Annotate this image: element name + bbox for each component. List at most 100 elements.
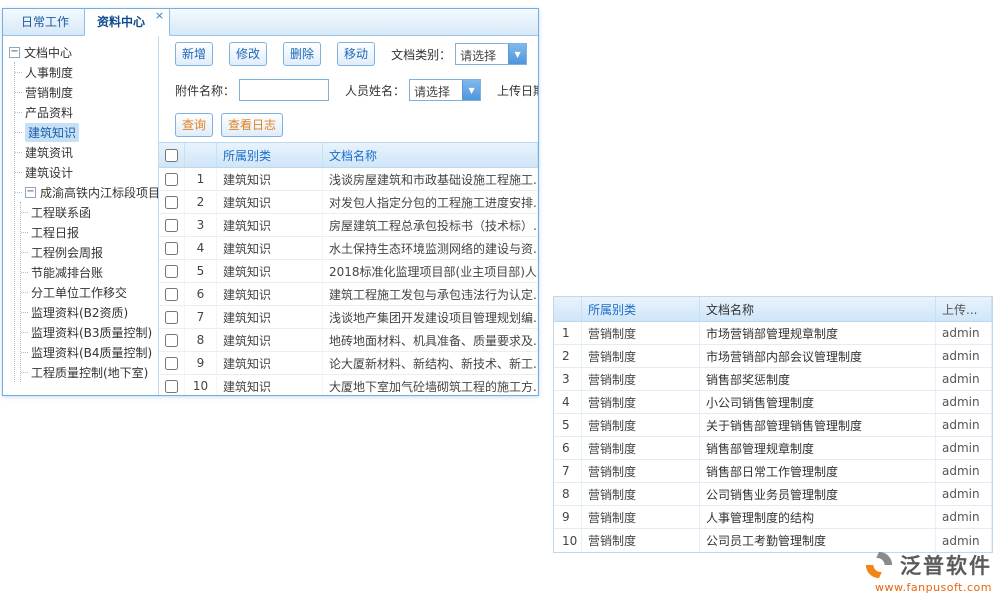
tree-item-root[interactable]: − 文档中心 <box>9 42 156 62</box>
tree-item[interactable]: 节能减排台账 <box>21 262 156 282</box>
tree-item-label: 人事制度 <box>25 64 73 81</box>
row-category: 营销制度 <box>582 506 700 528</box>
tree-item[interactable]: 建筑设计 <box>15 162 156 182</box>
tree-item-project[interactable]: − 成渝高铁内江标段项目 <box>15 182 156 202</box>
delete-button[interactable]: 删除 <box>283 42 321 66</box>
row-number: 9 <box>554 506 582 528</box>
table-row[interactable]: 6 营销制度 销售部管理规章制度 admin <box>554 437 992 460</box>
row-number: 7 <box>185 306 217 328</box>
table-row[interactable]: 8 营销制度 公司销售业务员管理制度 admin <box>554 483 992 506</box>
tree-item[interactable]: 工程质量控制(地下室) <box>21 362 156 382</box>
column-header-number <box>554 297 582 321</box>
tree-item[interactable]: 工程日报 <box>21 222 156 242</box>
tree-item[interactable]: 营销制度 <box>15 82 156 102</box>
tree-item[interactable]: 建筑资讯 <box>15 142 156 162</box>
row-category: 建筑知识 <box>217 191 323 213</box>
tree-item[interactable]: 工程例会周报 <box>21 242 156 262</box>
table-row[interactable]: 1 建筑知识 浅谈房屋建筑和市政基础设施工程施工... <box>159 168 538 191</box>
row-number: 5 <box>554 414 582 436</box>
table-row[interactable]: 5 建筑知识 2018标准化监理项目部(业主项目部)人员... <box>159 260 538 283</box>
tree-item-label: 建筑设计 <box>25 164 73 181</box>
attachment-name-input[interactable] <box>239 79 329 101</box>
table-row[interactable]: 7 建筑知识 浅谈地产集团开发建设项目管理规划编... <box>159 306 538 329</box>
row-doc-name: 市场营销部内部会议管理制度 <box>700 345 936 367</box>
row-checkbox[interactable] <box>165 219 178 232</box>
row-uploader: admin <box>936 322 992 344</box>
table-row[interactable]: 4 建筑知识 水土保持生态环境监测网络的建设与资... <box>159 237 538 260</box>
column-header-doc-name[interactable]: 文档名称 <box>323 143 538 167</box>
tree-item[interactable]: 监理资料(B3质量控制) <box>21 322 156 342</box>
filter-row: 附件名称： 人员姓名： 请选择 ▼ 上传日期： <box>175 78 538 102</box>
row-category: 建筑知识 <box>217 168 323 190</box>
table-row[interactable]: 9 营销制度 人事管理制度的结构 admin <box>554 506 992 529</box>
row-doc-name: 销售部管理规章制度 <box>700 437 936 459</box>
table-row[interactable]: 9 建筑知识 论大厦新材料、新结构、新技术、新工... <box>159 352 538 375</box>
tree-item[interactable]: 监理资料(B4质量控制) <box>21 342 156 362</box>
column-header-category[interactable]: 所属别类 <box>217 143 323 167</box>
row-checkbox[interactable] <box>165 265 178 278</box>
view-log-button[interactable]: 查看日志 <box>221 113 283 137</box>
tree-item-label: 工程联系函 <box>31 204 91 221</box>
collapse-icon[interactable]: − <box>25 187 36 198</box>
row-checkbox[interactable] <box>165 242 178 255</box>
row-doc-name: 建筑工程施工发包与承包违法行为认定... <box>323 283 538 305</box>
row-checkbox[interactable] <box>165 288 178 301</box>
table-row[interactable]: 3 建筑知识 房屋建筑工程总承包投标书（技术标）... <box>159 214 538 237</box>
table-row[interactable]: 10 建筑知识 大厦地下室加气砼墙砌筑工程的施工方... <box>159 375 538 395</box>
row-category: 建筑知识 <box>217 352 323 374</box>
table-row[interactable]: 4 营销制度 小公司销售管理制度 admin <box>554 391 992 414</box>
column-header-category[interactable]: 所属别类 <box>582 297 700 321</box>
tab-data-center[interactable]: 资料中心 × <box>84 8 170 36</box>
table-row[interactable]: 7 营销制度 销售部日常工作管理制度 admin <box>554 460 992 483</box>
tree-item-selected[interactable]: 建筑知识 <box>15 122 156 142</box>
tree-item[interactable]: 工程联系函 <box>21 202 156 222</box>
row-number: 1 <box>185 168 217 190</box>
query-button[interactable]: 查询 <box>175 113 213 137</box>
table-row[interactable]: 5 营销制度 关于销售部管理销售管理制度 admin <box>554 414 992 437</box>
tree-item-label: 监理资料(B3质量控制) <box>31 324 152 341</box>
tree-item[interactable]: 产品资料 <box>15 102 156 122</box>
tab-bar: 日常工作 资料中心 × <box>3 9 538 36</box>
table-row[interactable]: 3 营销制度 销售部奖惩制度 admin <box>554 368 992 391</box>
column-header-uploader[interactable]: 上传... <box>936 297 992 321</box>
row-checkbox[interactable] <box>165 357 178 370</box>
row-checkbox[interactable] <box>165 311 178 324</box>
table-row[interactable]: 1 营销制度 市场营销部管理规章制度 admin <box>554 322 992 345</box>
collapse-icon[interactable]: − <box>9 47 20 58</box>
move-button[interactable]: 移动 <box>337 42 375 66</box>
add-button[interactable]: 新增 <box>175 42 213 66</box>
row-checkbox[interactable] <box>165 380 178 393</box>
tree-item-label: 工程日报 <box>31 224 79 241</box>
tree-item[interactable]: 监理资料(B2资质) <box>21 302 156 322</box>
row-checkbox[interactable] <box>165 196 178 209</box>
table-row[interactable]: 10 营销制度 公司员工考勤管理制度 admin <box>554 529 992 552</box>
row-uploader: admin <box>936 483 992 505</box>
chevron-down-icon[interactable]: ▼ <box>508 44 526 64</box>
chevron-down-icon[interactable]: ▼ <box>462 80 480 100</box>
tree-item[interactable]: 分工单位工作移交 <box>21 282 156 302</box>
table-row[interactable]: 2 营销制度 市场营销部内部会议管理制度 admin <box>554 345 992 368</box>
row-doc-name: 2018标准化监理项目部(业主项目部)人员... <box>323 260 538 282</box>
tree-item[interactable]: 人事制度 <box>15 62 156 82</box>
select-all-checkbox[interactable] <box>165 149 178 162</box>
person-name-value: 请选择 <box>410 80 462 100</box>
row-doc-name: 水土保持生态环境监测网络的建设与资... <box>323 237 538 259</box>
modify-button[interactable]: 修改 <box>229 42 267 66</box>
tab-daily-work[interactable]: 日常工作 <box>9 8 81 35</box>
row-checkbox[interactable] <box>165 334 178 347</box>
row-category: 建筑知识 <box>217 329 323 351</box>
doc-category-value: 请选择 <box>456 44 508 64</box>
row-category: 建筑知识 <box>217 283 323 305</box>
table-row[interactable]: 2 建筑知识 对发包人指定分包的工程施工进度安排... <box>159 191 538 214</box>
table-row[interactable]: 6 建筑知识 建筑工程施工发包与承包违法行为认定... <box>159 283 538 306</box>
tree-item-label: 产品资料 <box>25 104 73 121</box>
table-row[interactable]: 8 建筑知识 地砖地面材料、机具准备、质量要求及... <box>159 329 538 352</box>
row-uploader: admin <box>936 460 992 482</box>
doc-category-select[interactable]: 请选择 ▼ <box>455 43 527 65</box>
row-checkbox[interactable] <box>165 173 178 186</box>
column-header-doc-name[interactable]: 文档名称 <box>700 297 936 321</box>
row-doc-name: 市场营销部管理规章制度 <box>700 322 936 344</box>
person-name-select[interactable]: 请选择 ▼ <box>409 79 481 101</box>
toolbar: 新增 修改 删除 移动 文档类别： 请选择 ▼ 文档名称： <box>175 42 538 66</box>
close-icon[interactable]: × <box>155 9 164 22</box>
